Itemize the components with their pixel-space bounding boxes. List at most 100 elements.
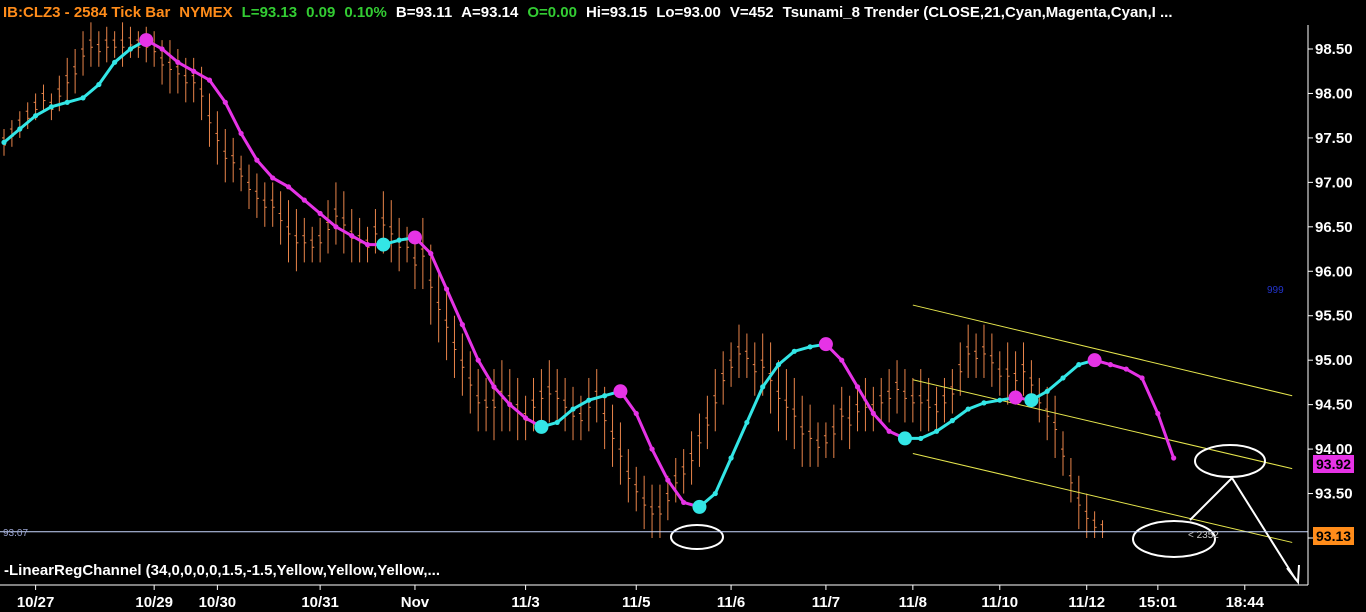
trender-down-segment-dot [507, 402, 513, 408]
header-study: Tsunami_8 Trender (CLOSE,21,Cyan,Magenta… [782, 4, 1173, 21]
trender-down-segment-dot [285, 184, 292, 190]
trender-down-segment-dot [175, 59, 181, 65]
trender-down-segment-dot [681, 499, 687, 506]
trender-up-segment-dot [918, 435, 924, 442]
price-tick-label: 96.00 [1315, 263, 1353, 280]
price-tick-label: 96.50 [1315, 219, 1353, 236]
trender-down-segment-dot [206, 77, 213, 83]
trender-up-segment-dot [396, 237, 402, 243]
trend-change-up-dot [376, 237, 391, 252]
trender-down-segment-dot [1123, 366, 1129, 372]
trend-change-down-dot [818, 337, 833, 352]
trender-up-segment-dot [981, 400, 987, 406]
time-tick-label: 11/3 [511, 594, 539, 611]
trend-change-down-dot [1008, 390, 1023, 405]
trend-change-down-dot [407, 230, 422, 245]
trender-up-segment-dot [807, 344, 813, 350]
price-chart[interactable]: 98.50 98.00 97.50 97.00 96.50 96.00 95.50 95.00… [0, 0, 1366, 612]
trender-down-segment-dot [886, 428, 892, 434]
trender-up-segment-dot [933, 428, 940, 434]
trender-down-segment-dot [475, 357, 481, 363]
trender-down-segment-dot [301, 197, 307, 203]
trender-up-segment-dot [997, 397, 1003, 403]
small-marker: 999 [1267, 285, 1284, 296]
trender-down-segment-dot [333, 224, 339, 230]
trender-up-segment-dot [554, 419, 560, 426]
price-tick-label: 94.50 [1315, 397, 1353, 414]
price-tick-label: 97.50 [1315, 130, 1353, 147]
trender-up-segment-dot [744, 419, 750, 426]
time-tick-label: 11/12 [1068, 594, 1105, 611]
header-change-pct: 0.10% [344, 4, 387, 21]
header-change: 0.09 [306, 4, 336, 21]
price-tick-label: 95.50 [1315, 308, 1353, 325]
time-tick-label: 11/7 [812, 594, 840, 611]
header-volume: V=452 [729, 4, 774, 21]
header-exchange: NYMEX [179, 4, 233, 21]
trender-up-segment-dot [760, 384, 766, 390]
trender-up-segment-dot [728, 455, 734, 461]
price-tick-label: 97.00 [1315, 174, 1353, 191]
time-tick-label: 15:01 [1139, 594, 1177, 611]
trender-up-segment-dot [791, 348, 797, 354]
trender-down-segment-dot [665, 477, 671, 483]
left-price-label: 93.07 [3, 528, 28, 539]
time-tick-label: 11/10 [981, 594, 1018, 611]
trend-change-down-dot [1087, 353, 1102, 368]
trender-down-segment-dot [870, 410, 876, 417]
header-symbol: IB:CLZ3 - 2584 Tick Bar [3, 4, 171, 21]
time-tick-label: 11/5 [622, 594, 650, 611]
trender-up-segment-dot [570, 406, 576, 412]
trender-down-segment-dot [222, 99, 228, 105]
time-tick-label: 11/8 [899, 594, 927, 611]
trend-change-up-dot [897, 431, 912, 446]
trender-up-segment-dot [1060, 375, 1066, 381]
trender-up-segment-dot [112, 59, 118, 65]
time-tick-label: Nov [401, 594, 430, 611]
last-price-tag: 93.13 [1313, 527, 1355, 545]
trender-up-segment-dot [602, 393, 608, 399]
header-low: Lo=93.00 [656, 4, 721, 21]
trender-up-segment-dot [1044, 388, 1050, 394]
time-tick-label: 10/31 [301, 594, 339, 611]
indicator-label: -LinearRegChannel (34,0,0,0,0,1.5,-1.5,Y… [4, 562, 440, 579]
time-tick-label: 10/29 [135, 594, 173, 611]
header-high: Hi=93.15 [585, 4, 648, 21]
trender-down-segment-dot [839, 357, 845, 363]
trender-up-segment-dot [96, 81, 102, 88]
trender-down-segment-dot [443, 286, 450, 292]
bar-annotation: < 2352 [1188, 530, 1219, 541]
trender-up-segment-dot [64, 99, 70, 105]
trend-change-down-dot [613, 384, 628, 399]
trender-down-segment-dot [254, 157, 260, 163]
trender-down-segment-dot [364, 242, 371, 248]
price-tick-label: 95.00 [1315, 352, 1353, 369]
chart-header: IB:CLZ3 - 2584 Tick Bar NYMEX L=93.13 0.09 0… [3, 4, 1308, 21]
chart-background [0, 0, 1366, 612]
trender-down-segment-dot [1171, 455, 1177, 461]
trender-price-tag: 93.92 [1313, 455, 1355, 473]
trender-down-segment-dot [854, 384, 861, 390]
time-tick-label: 10/30 [199, 594, 237, 611]
trender-down-segment-dot [491, 384, 497, 390]
trender-up-segment-dot [127, 46, 134, 52]
trender-down-segment-dot [649, 446, 655, 452]
header-ask: A=93.14 [461, 4, 519, 21]
time-tick-label: 11/6 [717, 594, 745, 611]
time-tick-label: 10/27 [17, 594, 55, 611]
time-tick-label: 18:44 [1226, 594, 1265, 611]
trender-down-segment-dot [191, 68, 197, 74]
trender-up-segment-dot [1076, 362, 1082, 368]
trend-change-up-dot [692, 499, 707, 514]
trender-up-segment-dot [712, 490, 718, 497]
trender-down-segment-dot [1139, 375, 1145, 381]
trender-down-segment-dot [1155, 410, 1161, 417]
trender-up-segment-dot [949, 418, 955, 424]
price-tick-label: 93.50 [1315, 486, 1353, 503]
trender-down-segment-dot [428, 250, 434, 257]
trend-change-up-dot [1024, 393, 1039, 408]
trender-up-segment-dot [48, 104, 55, 110]
trender-up-segment-dot [17, 126, 23, 132]
trender-up-segment-dot [80, 95, 86, 101]
trender-up-segment-dot [586, 397, 592, 403]
